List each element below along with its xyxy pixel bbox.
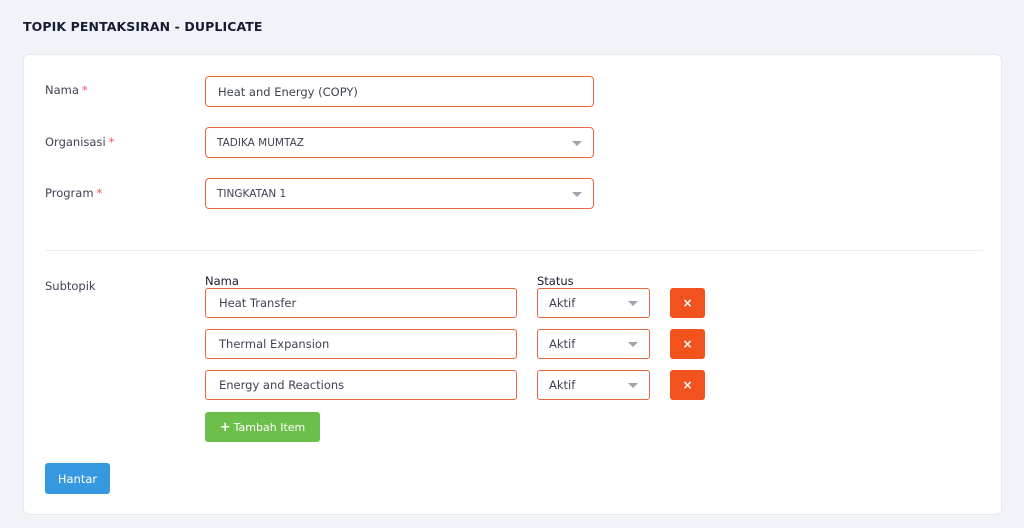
required-mark: * (96, 186, 103, 200)
nama-input-value: Heat and Energy (COPY) (218, 84, 358, 99)
chevron-down-icon (628, 342, 638, 347)
form-card: Nama * Heat and Energy (COPY) Organisasi *… (23, 54, 1002, 515)
subtopik-name-value: Thermal Expansion (219, 337, 330, 351)
chevron-down-icon (628, 383, 638, 388)
organisasi-label: Organisasi * (45, 135, 114, 149)
subtopik-name-input[interactable]: Heat Transfer (205, 288, 517, 318)
section-divider (45, 250, 983, 251)
subtopik-label: Subtopik (45, 279, 96, 293)
chevron-down-icon (572, 141, 582, 146)
subtopik-status-select[interactable]: Aktif (537, 288, 650, 318)
program-label: Program * (45, 186, 102, 200)
organisasi-label-text: Organisasi (45, 135, 106, 149)
plus-icon: + (219, 419, 231, 435)
subtopik-status-value: Aktif (549, 378, 576, 392)
page-title: TOPIK PENTAKSIRAN - DUPLICATE (23, 19, 263, 34)
delete-subtopik-button[interactable]: × (670, 370, 705, 400)
subtopik-name-value: Heat Transfer (219, 296, 297, 310)
add-item-button[interactable]: + Tambah Item (205, 412, 320, 442)
subtopik-status-select[interactable]: Aktif (537, 329, 650, 359)
column-header-status: Status (537, 274, 574, 288)
delete-subtopik-button[interactable]: × (670, 288, 705, 318)
delete-subtopik-button[interactable]: × (670, 329, 705, 359)
subtopik-status-value: Aktif (549, 337, 576, 351)
nama-label-text: Nama (45, 83, 79, 97)
subtopik-status-value: Aktif (549, 296, 576, 310)
subtopik-name-input[interactable]: Energy and Reactions (205, 370, 517, 400)
submit-label: Hantar (57, 471, 98, 486)
close-icon: × (682, 337, 693, 351)
close-icon: × (682, 296, 693, 310)
organisasi-select-value: TADIKA MUMTAZ (217, 136, 304, 149)
program-label-text: Program (45, 186, 94, 200)
chevron-down-icon (572, 192, 582, 197)
submit-button[interactable]: Hantar (45, 463, 110, 494)
add-item-label: Tambah Item (233, 420, 306, 434)
required-mark: * (81, 83, 88, 97)
subtopik-status-select[interactable]: Aktif (537, 370, 650, 400)
required-mark: * (108, 135, 115, 149)
nama-input[interactable]: Heat and Energy (COPY) (205, 76, 594, 107)
subtopik-name-value: Energy and Reactions (219, 378, 345, 392)
nama-label: Nama * (45, 83, 88, 97)
close-icon: × (682, 378, 693, 392)
program-select[interactable]: TINGKATAN 1 (205, 178, 594, 209)
program-select-value: TINGKATAN 1 (217, 187, 287, 200)
column-header-nama: Nama (205, 274, 239, 288)
subtopik-name-input[interactable]: Thermal Expansion (205, 329, 517, 359)
organisasi-select[interactable]: TADIKA MUMTAZ (205, 127, 594, 158)
chevron-down-icon (628, 301, 638, 306)
